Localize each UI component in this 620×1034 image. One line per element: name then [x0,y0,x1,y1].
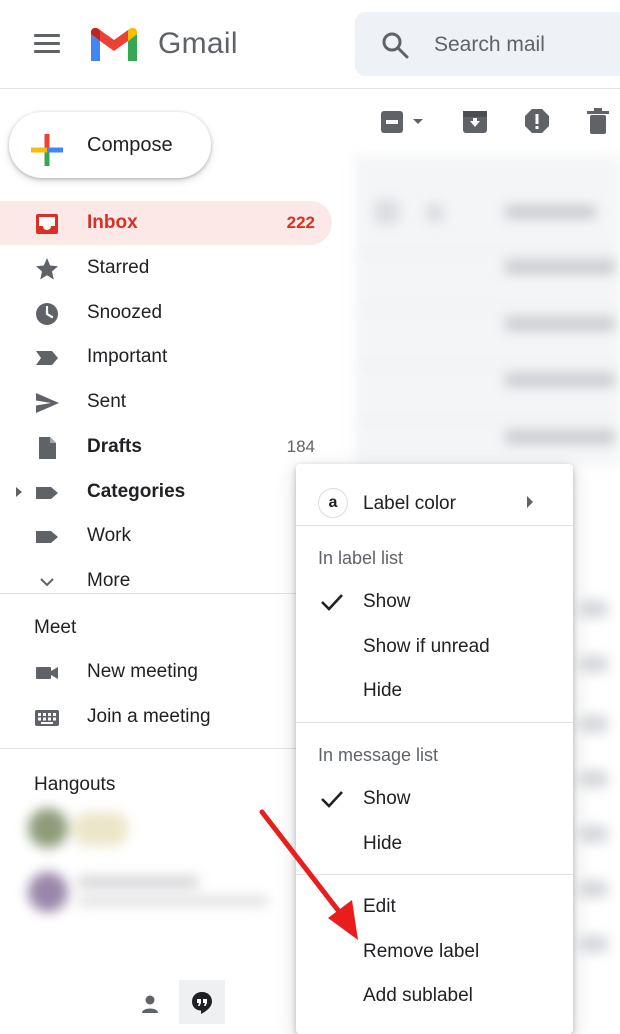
label-icon [36,531,58,543]
in-message-list-header: In message list [318,745,439,765]
video-icon [36,667,58,679]
sidebar-item-label: Important [87,346,168,367]
sidebar-item-important[interactable]: Important [0,335,332,379]
join-meeting-button[interactable]: Join a meeting [0,695,296,739]
app-header: Gmail Search mail [0,0,620,89]
unread-count: 222 [286,213,315,232]
menu-option-label: Remove label [363,941,480,962]
compose-button[interactable]: Compose [9,112,211,178]
delete-icon[interactable] [583,106,613,136]
section-divider [0,593,296,594]
sidebar-item-sent[interactable]: Sent [0,380,332,424]
sidebar-item-more[interactable]: More [0,559,332,603]
meet-section-title: Meet [34,617,77,638]
sidebar-item-snoozed[interactable]: Snoozed [0,291,332,335]
app-name: Gmail [158,27,238,60]
label-color-label: Label color [363,493,456,514]
sidebar-item-starred[interactable]: Starred [0,246,332,290]
chevron-down-icon [40,578,54,587]
label-list-show-if-unread-option[interactable]: Show if unread [296,625,573,669]
label-color-swatch: a [318,488,348,518]
sidebar-item-label: Work [87,525,131,546]
sidebar-item-label: More [87,570,131,591]
search-icon[interactable] [380,30,410,60]
in-label-list-header: In label list [318,548,404,568]
label-list-hide-option[interactable]: Hide [296,669,573,713]
hangouts-bottom-bar [0,980,296,1024]
hangouts-section-title: Hangouts [34,774,116,795]
new-meeting-label: New meeting [87,661,198,682]
label-list-show-option[interactable]: Show [296,580,573,624]
submenu-arrow-icon [527,496,533,508]
keyboard-icon [35,710,59,726]
gmail-logo-icon[interactable] [88,26,140,64]
important-icon [36,351,58,365]
star-icon [36,258,58,280]
sidebar-item-label: Categories [87,481,186,502]
checkmark-icon [321,594,343,611]
report-spam-icon[interactable] [522,106,552,136]
person-icon[interactable] [140,994,160,1014]
sidebar-item-label: Starred [87,257,150,278]
send-icon [36,393,59,413]
sidebar-item-label: Inbox [87,212,138,233]
plus-icon [31,134,63,166]
menu-divider [296,525,573,526]
inbox-icon [36,214,58,234]
sidebar-item-label: Drafts [87,436,142,457]
label-icon [36,487,58,499]
chevron-down-icon[interactable] [411,117,425,127]
select-checkbox-icon[interactable] [378,106,408,136]
archive-icon[interactable] [460,106,490,136]
sidebar-item-label: Snoozed [87,302,163,323]
sidebar-item-categories[interactable]: Categories [0,470,332,514]
mail-list-lower [573,470,620,980]
compose-label: Compose [87,134,173,156]
sidebar-item-label: Sent [87,391,127,412]
clock-icon [36,303,58,325]
section-divider [0,748,296,749]
hangouts-contacts [18,800,278,920]
menu-option-label: Hide [363,680,403,701]
search-input[interactable]: Search mail [434,33,545,57]
hangouts-quote-icon[interactable] [190,991,214,1015]
sidebar-item-inbox[interactable]: Inbox 222 [0,201,332,245]
menu-option-label: Show if unread [363,636,490,657]
menu-option-label: Add sublabel [363,985,473,1006]
menu-option-label: Show [363,591,411,612]
add-sublabel-option[interactable]: Add sublabel [296,974,573,1018]
new-meeting-button[interactable]: New meeting [0,650,296,694]
mail-list [355,155,620,465]
menu-option-label: Show [363,788,411,809]
draft-icon [39,437,56,459]
main-menu-icon[interactable] [34,34,60,54]
draft-count: 184 [286,437,315,456]
annotation-arrow-icon [259,809,358,940]
sidebar-item-work[interactable]: Work [0,514,332,558]
label-color-menu-item[interactable]: a Label color [296,472,573,532]
expand-arrow-icon[interactable] [14,485,24,499]
sidebar-item-drafts[interactable]: Drafts 184 [0,425,332,469]
join-meeting-label: Join a meeting [87,706,211,727]
menu-divider [296,722,573,723]
